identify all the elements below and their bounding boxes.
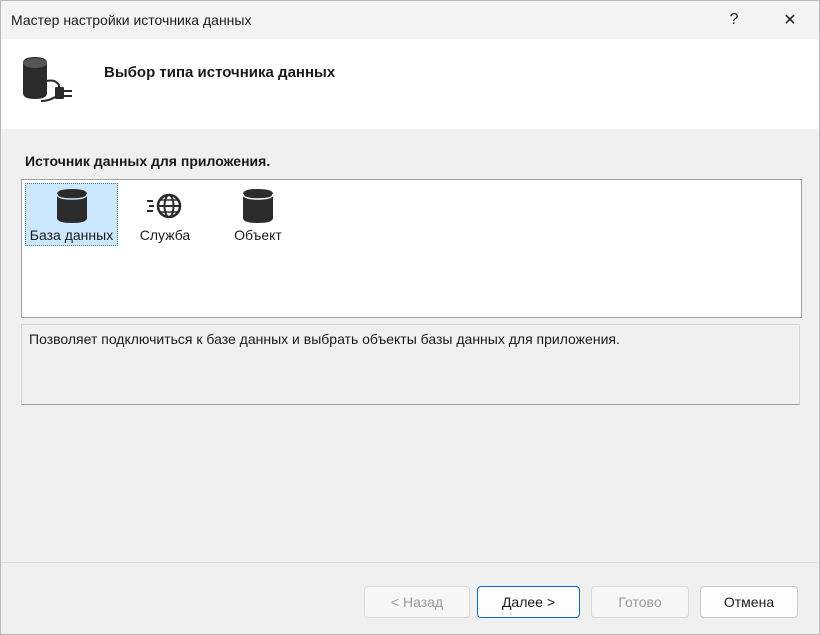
title-bar: Мастер настройки источника данных ? ✕ — [1, 1, 819, 39]
database-plug-icon — [21, 55, 81, 108]
description-panel: Позволяет подключиться к базе данных и в… — [21, 324, 800, 405]
page-title: Выбор типа источника данных — [104, 64, 336, 81]
cancel-button[interactable]: Отмена — [700, 586, 798, 618]
help-icon: ? — [729, 11, 739, 28]
database-icon — [55, 188, 89, 224]
list-item-label: Служба — [139, 227, 191, 243]
next-button[interactable]: Далее > — [477, 586, 580, 618]
data-source-list[interactable]: База данных Служба Объект — [21, 179, 802, 318]
window-title: Мастер настройки источника данных — [11, 12, 252, 28]
back-button[interactable]: < Назад — [364, 586, 470, 618]
section-label: Источник данных для приложения. — [25, 153, 271, 169]
wizard-header: Выбор типа источника данных — [1, 39, 819, 129]
finish-button[interactable]: Готово — [591, 586, 689, 618]
help-button[interactable]: ? — [711, 1, 757, 39]
list-item-label: База данных — [29, 227, 114, 243]
list-item-service[interactable]: Служба — [125, 183, 205, 246]
web-service-icon — [145, 188, 185, 224]
dialog-window: Мастер настройки источника данных ? ✕ Вы… — [0, 0, 820, 635]
close-button[interactable]: ✕ — [767, 1, 813, 39]
object-icon — [241, 188, 275, 224]
list-item-database[interactable]: База данных — [25, 183, 118, 246]
close-icon: ✕ — [783, 12, 797, 29]
description-text: Позволяет подключиться к базе данных и в… — [29, 331, 620, 347]
list-item-label: Объект — [234, 227, 282, 243]
list-item-object[interactable]: Объект — [218, 183, 298, 246]
